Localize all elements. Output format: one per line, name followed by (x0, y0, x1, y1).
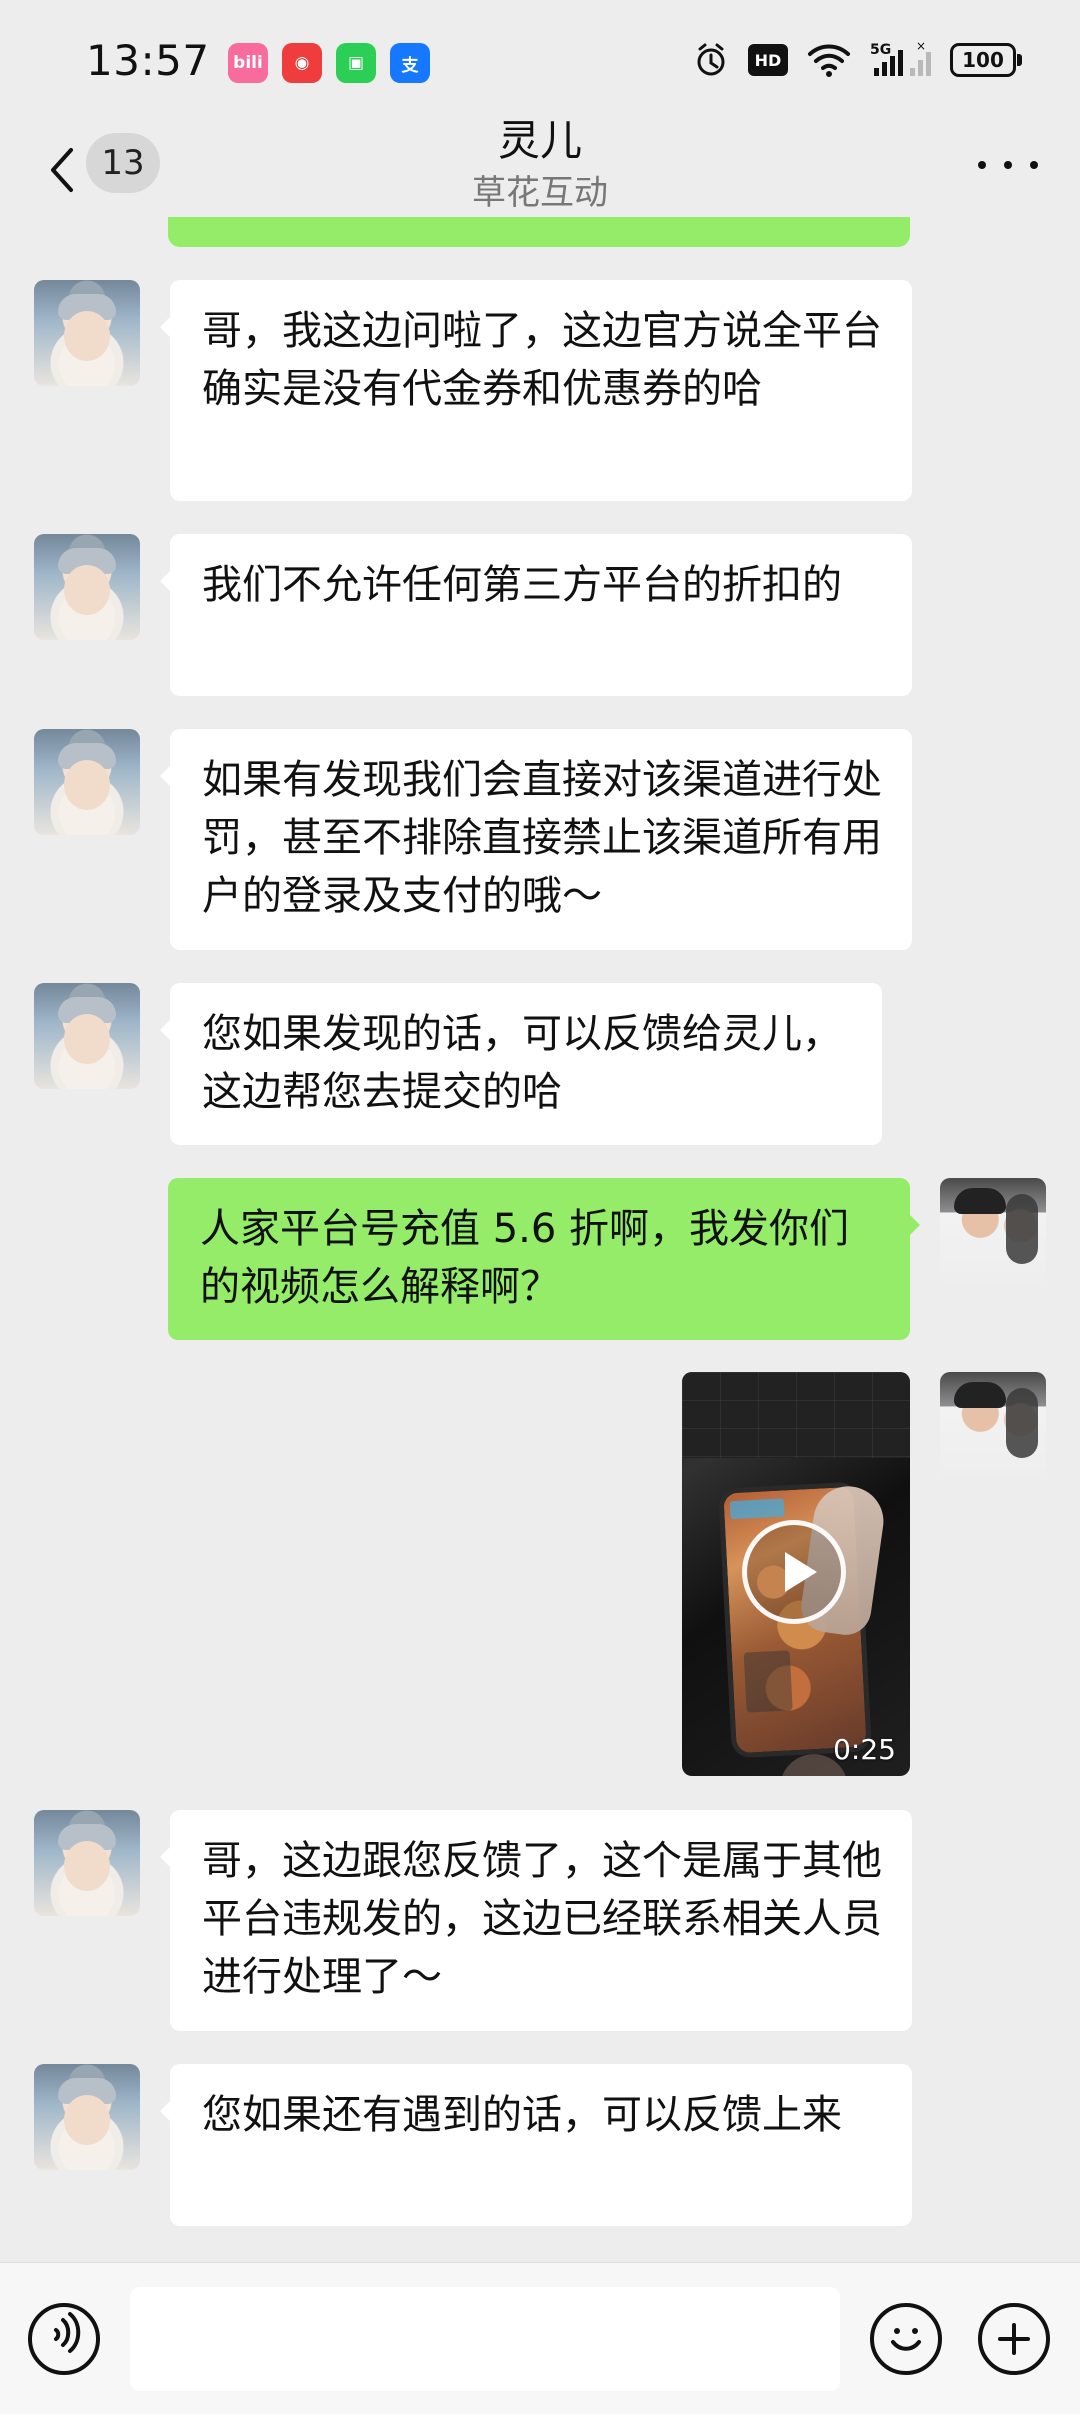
hd-icon: HD (748, 44, 788, 76)
more-options-button[interactable] (978, 150, 1038, 180)
message-text: 哥，这边跟您反馈了，这个是属于其他平台违规发的，这边已经联系相关人员进行处理了～ (202, 1838, 882, 2000)
avatar-self[interactable] (940, 1372, 1046, 1478)
video-message[interactable]: 0:25 (682, 1372, 910, 1776)
bilibili-icon: bili (228, 43, 268, 83)
message-bubble[interactable]: 哥，这边跟您反馈了，这个是属于其他平台违规发的，这边已经联系相关人员进行处理了～ (160, 1810, 912, 2031)
message-text: 您如果还有遇到的话，可以反馈上来 (202, 2092, 842, 2138)
chat-title: 灵儿 (497, 116, 582, 165)
message-input-bar (0, 2262, 1080, 2414)
status-app-icons: bili ◉ ▣ 支 (228, 43, 430, 83)
alipay-icon: 支 (390, 43, 430, 83)
chat-subtitle: 草花互动 (472, 173, 608, 213)
message-text-input[interactable] (130, 2287, 840, 2391)
netease-music-icon: ◉ (282, 43, 322, 83)
message-text: 您如果发现的话，可以反馈给灵儿，这边帮您去提交的哈 (202, 1011, 842, 1115)
cellular-icon: 5G × (870, 40, 932, 80)
plus-icon (998, 2323, 1030, 2355)
voice-input-button[interactable] (28, 2303, 100, 2375)
battery-icon: 100 (950, 43, 1022, 77)
message-bubble[interactable]: 我们不允许任何第三方平台的折扣的 (160, 534, 912, 696)
voice-icon (54, 2312, 81, 2353)
more-dot-icon (978, 161, 986, 169)
alarm-icon (692, 41, 730, 79)
svg-text:×: × (916, 40, 926, 53)
video-duration: 0:25 (833, 1733, 896, 1766)
video-thumbnail-background (682, 1372, 910, 1458)
message-text: 哥，我这边问啦了，这边官方说全平台确实是没有代金券和优惠券的哈 (202, 308, 882, 412)
message-bubble[interactable]: 您如果发现的话，可以反馈给灵儿，这边帮您去提交的哈 (160, 983, 882, 1145)
message-bubble[interactable]: 您如果还有遇到的话，可以反馈上来 (160, 2064, 912, 2226)
avatar-self[interactable] (940, 1178, 1046, 1284)
emoji-icon (891, 2328, 921, 2351)
status-time: 13:57 (86, 36, 210, 85)
message-text: 人家平台号充值 5.6 折啊，我发你们的视频怎么解释啊？ (200, 1206, 850, 1310)
chat-screen: 13:57 bili ◉ ▣ 支 HD 5G × 100 13 灵儿 草花互动 … (0, 0, 1080, 2414)
message-bubble[interactable]: 人家平台号充值 5.6 折啊，我发你们的视频怎么解释啊？ (168, 1178, 920, 1340)
avatar-other[interactable] (34, 1810, 140, 1916)
svg-text:5G: 5G (870, 42, 891, 58)
more-dot-icon (1030, 161, 1038, 169)
avatar-other[interactable] (34, 280, 140, 386)
message-text: 我们不允许任何第三方平台的折扣的 (202, 562, 842, 608)
chat-header: 13 灵儿 草花互动 (0, 116, 1080, 225)
partial-previous-message (168, 217, 910, 247)
message-bubble[interactable]: 哥，我这边问啦了，这边官方说全平台确实是没有代金券和优惠券的哈 (160, 280, 912, 501)
message-bubble[interactable]: 如果有发现我们会直接对该渠道进行处罚，甚至不排除直接禁止该渠道所有用户的登录及支… (160, 729, 912, 950)
avatar-other[interactable] (34, 2064, 140, 2170)
avatar-other[interactable] (34, 729, 140, 835)
message-text: 如果有发现我们会直接对该渠道进行处罚，甚至不排除直接禁止该渠道所有用户的登录及支… (202, 757, 882, 919)
system-status-icons: HD 5G × 100 (692, 40, 1022, 80)
more-dot-icon (1004, 161, 1012, 169)
add-attachment-button[interactable] (978, 2303, 1050, 2375)
wifi-icon (806, 41, 852, 79)
avatar-other[interactable] (34, 534, 140, 640)
emoji-button[interactable] (870, 2303, 942, 2375)
messages-icon: ▣ (336, 43, 376, 83)
avatar-other[interactable] (34, 983, 140, 1089)
play-icon[interactable] (742, 1520, 846, 1624)
